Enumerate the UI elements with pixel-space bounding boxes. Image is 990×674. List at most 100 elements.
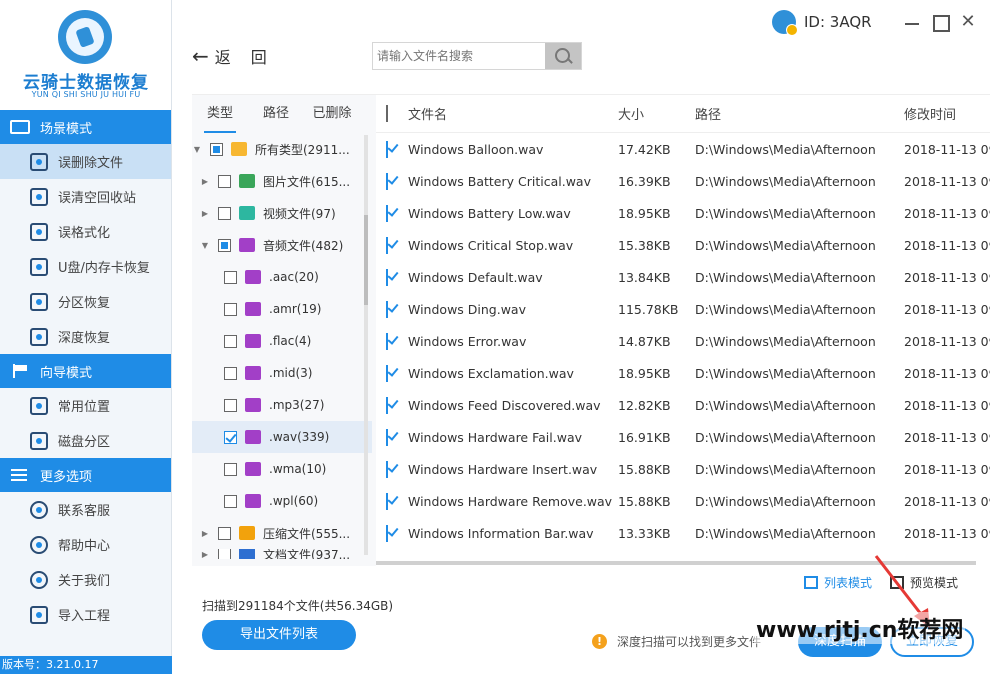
sidebar-item-deep-recovery[interactable]: 深度恢复 [0, 319, 171, 354]
tree-checkbox[interactable] [224, 302, 237, 316]
audio-file-icon [245, 430, 261, 444]
row-checkbox[interactable] [386, 428, 388, 446]
collapse-icon[interactable]: ▼ [192, 145, 202, 154]
row-checkbox[interactable] [386, 460, 388, 478]
tree-row-amr[interactable]: .amr(19) [192, 293, 372, 325]
sidebar-item-import[interactable]: 导入工程 [0, 597, 171, 632]
select-all-checkbox[interactable] [386, 105, 388, 122]
row-checkbox[interactable] [386, 332, 388, 350]
column-header-path[interactable]: 路径 [695, 104, 904, 123]
tree-checkbox[interactable] [224, 270, 237, 284]
list-mode-button[interactable]: 列表模式 [804, 574, 872, 591]
warning-icon: ! [592, 634, 607, 649]
row-checkbox[interactable] [386, 172, 388, 190]
tab-deleted[interactable]: 已删除 [304, 95, 360, 133]
tree-row-audio[interactable]: ▼ 音频文件(482) [192, 229, 372, 261]
table-row[interactable]: Windows Exclamation.wav 18.95KB D:\Windows… [376, 357, 990, 389]
row-checkbox[interactable] [386, 300, 388, 318]
tree-checkbox[interactable] [224, 366, 237, 380]
tree-checkbox[interactable] [218, 174, 231, 188]
section-guide-mode: 向导模式 [0, 354, 171, 388]
tree-row-wpl[interactable]: .wpl(60) [192, 485, 372, 517]
table-row[interactable]: Windows Error.wav 14.87KB D:\Windows\Media… [376, 325, 990, 357]
tree-row-all[interactable]: ▼ 所有类型(2911... [192, 133, 372, 165]
tree-checkbox[interactable] [224, 334, 237, 348]
tree-checkbox[interactable] [218, 206, 231, 220]
sidebar-item-help[interactable]: 帮助中心 [0, 527, 171, 562]
row-checkbox[interactable] [386, 140, 388, 158]
sidebar-item-deleted-files[interactable]: 误删除文件 [0, 144, 171, 179]
sidebar-item-usb-card[interactable]: U盘/内存卡恢复 [0, 249, 171, 284]
row-checkbox[interactable] [386, 492, 388, 510]
table-row[interactable]: Windows Information Bar.wav 13.33KB D:\Win… [376, 517, 990, 549]
sidebar-item-partition[interactable]: 分区恢复 [0, 284, 171, 319]
collapse-icon[interactable]: ▼ [200, 241, 210, 250]
tab-path[interactable]: 路径 [248, 95, 304, 133]
table-row[interactable]: Windows Hardware Insert.wav 15.88KB D:\Win… [376, 453, 990, 485]
table-row[interactable]: Windows Feed Discovered.wav 12.82KB D:\Win… [376, 389, 990, 421]
table-row[interactable]: Windows Hardware Fail.wav 16.91KB D:\Windo… [376, 421, 990, 453]
user-id[interactable]: ID: 3AQR [772, 10, 872, 36]
column-header-name[interactable]: 文件名 [398, 104, 618, 123]
row-checkbox[interactable] [386, 268, 388, 286]
row-checkbox[interactable] [386, 524, 388, 542]
table-row[interactable]: Windows Critical Stop.wav 15.38KB D:\Windo… [376, 229, 990, 261]
tree-row-mid[interactable]: .mid(3) [192, 357, 372, 389]
table-row[interactable]: Windows Hardware Remove.wav 15.88KB D:\Win… [376, 485, 990, 517]
expand-icon[interactable]: ▶ [200, 550, 210, 559]
sidebar-item-format[interactable]: 误格式化 [0, 214, 171, 249]
export-list-button[interactable]: 导出文件列表 [202, 620, 356, 650]
table-row[interactable]: Windows Battery Critical.wav 16.39KB D:\Wi… [376, 165, 990, 197]
tree-checkbox[interactable] [218, 526, 231, 540]
tree-scrollbar[interactable] [364, 135, 368, 555]
tree-row-images[interactable]: ▶ 图片文件(615... [192, 165, 372, 197]
sidebar-item-about[interactable]: 关于我们 [0, 562, 171, 597]
table-row[interactable]: Windows Balloon.wav 17.42KB D:\Windows\Med… [376, 133, 990, 165]
row-checkbox[interactable] [386, 236, 388, 254]
audio-file-icon [239, 238, 255, 252]
tree-checkbox[interactable] [210, 142, 223, 156]
sidebar-item-contact[interactable]: 联系客服 [0, 492, 171, 527]
column-header-size[interactable]: 大小 [618, 104, 695, 123]
sidebar-item-common-locations[interactable]: 常用位置 [0, 388, 171, 423]
search-input[interactable] [373, 43, 545, 69]
table-row[interactable]: Windows Battery Low.wav 18.95KB D:\Windows… [376, 197, 990, 229]
column-header-date[interactable]: 修改时间 [904, 104, 990, 123]
table-row[interactable]: Windows Ding.wav 115.78KB D:\Windows\Media… [376, 293, 990, 325]
tree-checkbox[interactable] [224, 398, 237, 412]
row-checkbox[interactable] [386, 396, 388, 414]
close-button[interactable]: ✕ [958, 12, 978, 32]
back-button[interactable]: ← 返回 [192, 44, 287, 68]
file-size: 13.84KB [618, 269, 671, 285]
minimize-button[interactable] [902, 12, 922, 32]
arrow-left-icon: ← [192, 44, 209, 68]
tree-checkbox[interactable] [224, 430, 237, 444]
disk-icon [30, 431, 48, 450]
watermark: www.rjtj.cn软荐网 [754, 612, 966, 644]
expand-icon[interactable]: ▶ [200, 529, 210, 538]
row-checkbox[interactable] [386, 204, 388, 222]
sidebar-item-recycle-bin[interactable]: 误清空回收站 [0, 179, 171, 214]
tree-row-wma[interactable]: .wma(10) [192, 453, 372, 485]
tree-checkbox[interactable] [224, 494, 237, 508]
tree-row-flac[interactable]: .flac(4) [192, 325, 372, 357]
file-size: 18.95KB [618, 365, 671, 381]
tree-row-documents[interactable]: ▶ 文档文件(937... [192, 549, 372, 559]
tab-type[interactable]: 类型 [192, 95, 248, 133]
expand-icon[interactable]: ▶ [200, 177, 210, 186]
maximize-button[interactable] [930, 12, 950, 32]
expand-icon[interactable]: ▶ [200, 209, 210, 218]
tree-checkbox[interactable] [218, 238, 231, 252]
tree-row-videos[interactable]: ▶ 视频文件(97) [192, 197, 372, 229]
tree-row-label: .amr(19) [269, 302, 322, 316]
tree-row-wav[interactable]: .wav(339) [192, 421, 372, 453]
row-checkbox[interactable] [386, 364, 388, 382]
tree-row-aac[interactable]: .aac(20) [192, 261, 372, 293]
sidebar-item-disk-partition[interactable]: 磁盘分区 [0, 423, 171, 458]
tree-row-archives[interactable]: ▶ 压缩文件(555... [192, 517, 372, 549]
tree-checkbox[interactable] [218, 549, 231, 559]
tree-checkbox[interactable] [224, 462, 237, 476]
table-row[interactable]: Windows Default.wav 13.84KB D:\Windows\Med… [376, 261, 990, 293]
search-button[interactable] [545, 43, 581, 69]
tree-row-mp3[interactable]: .mp3(27) [192, 389, 372, 421]
